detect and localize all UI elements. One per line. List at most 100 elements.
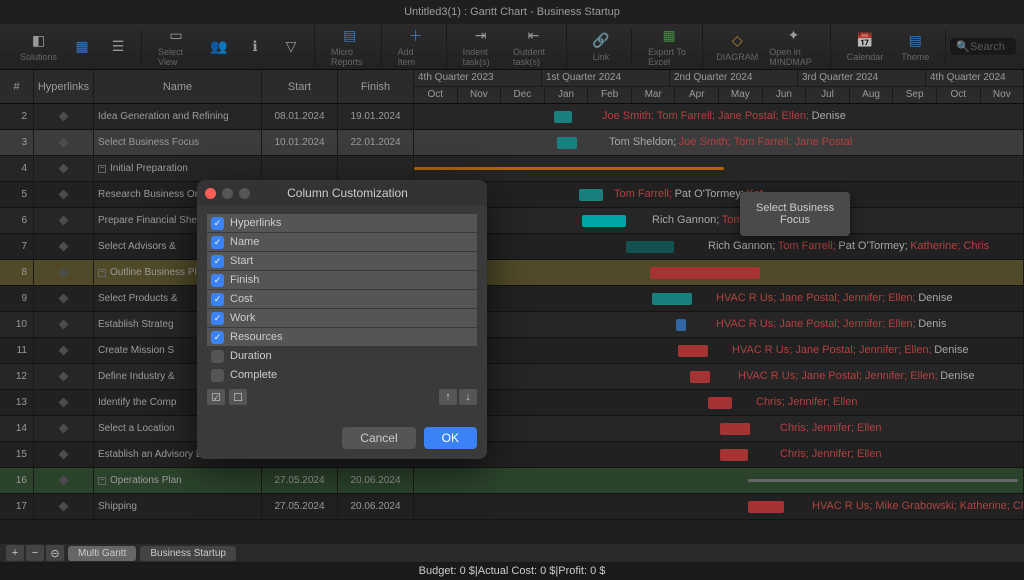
hyperlink-cell[interactable]: [34, 312, 94, 337]
table-row[interactable]: 6Prepare Financial SheetRich Gannon; Tom…: [0, 208, 1024, 234]
outdent-button[interactable]: ⇤Outdent task(s): [507, 25, 560, 69]
header-hyperlinks[interactable]: Hyperlinks: [34, 70, 94, 103]
table-row[interactable]: 15Establish an Advisory Board03.05.20242…: [0, 442, 1024, 468]
finish-cell[interactable]: 20.06.2024: [338, 468, 414, 493]
task-name-cell[interactable]: −Operations Plan: [94, 468, 262, 493]
timeline-cell[interactable]: HVAC R Us; Mike Grabowski; Katherine; Ch…: [414, 494, 1024, 519]
header-start[interactable]: Start: [262, 70, 338, 103]
column-check-item[interactable]: Complete: [207, 366, 477, 384]
finish-cell[interactable]: 20.06.2024: [338, 494, 414, 519]
start-cell[interactable]: 10.01.2024: [262, 130, 338, 155]
task-name-cell[interactable]: Idea Generation and Refining: [94, 104, 262, 129]
indent-button[interactable]: ⇥Indent task(s): [457, 25, 505, 69]
start-cell[interactable]: 27.05.2024: [262, 494, 338, 519]
column-check-item[interactable]: ✓Name: [207, 233, 477, 251]
gantt-bar[interactable]: [557, 137, 577, 149]
people-button[interactable]: 👥: [202, 36, 236, 58]
checkbox-icon[interactable]: ✓: [211, 255, 224, 268]
gantt-bar[interactable]: [626, 241, 674, 253]
timeline-cell[interactable]: [414, 260, 1024, 285]
check-all-button[interactable]: ☑: [207, 389, 225, 405]
header-finish[interactable]: Finish: [338, 70, 414, 103]
tab-business-startup[interactable]: Business Startup: [140, 546, 236, 561]
info-button[interactable]: ℹ: [238, 36, 272, 58]
timeline-cell[interactable]: Chris; Jennifer; Ellen: [414, 390, 1024, 415]
table-row[interactable]: 2Idea Generation and Refining08.01.20241…: [0, 104, 1024, 130]
table-row[interactable]: 8−Outline Business Pl: [0, 260, 1024, 286]
header-name[interactable]: Name: [94, 70, 262, 103]
finish-cell[interactable]: [338, 156, 414, 181]
collapse-icon[interactable]: −: [98, 269, 106, 277]
select-view-button[interactable]: ▭Select View: [152, 25, 200, 69]
table-row[interactable]: 5Research Business OrganizationsTom Farr…: [0, 182, 1024, 208]
uncheck-all-button[interactable]: ☐: [229, 389, 247, 405]
link-button[interactable]: 🔗Link: [577, 30, 625, 64]
solutions-button[interactable]: ◧Solutions: [14, 30, 63, 64]
collapse-icon[interactable]: −: [98, 477, 106, 485]
timeline-cell[interactable]: HVAC R Us; Jane Postal; Jennifer; Ellen;…: [414, 286, 1024, 311]
task-name-cell[interactable]: Select Business Focus: [94, 130, 262, 155]
column-check-item[interactable]: Duration: [207, 347, 477, 365]
checkbox-icon[interactable]: [211, 350, 224, 363]
gantt-bar[interactable]: [720, 423, 750, 435]
move-down-button[interactable]: ↓: [459, 389, 477, 405]
timeline-cell[interactable]: Tom Sheldon; Joe Smith; Tom Farrell; Jan…: [414, 130, 1024, 155]
gantt-bar[interactable]: [678, 345, 708, 357]
timeline-cell[interactable]: Rich Gannon; Tom F: [414, 208, 1024, 233]
gantt-bar[interactable]: [650, 267, 760, 279]
gantt-bar[interactable]: [748, 501, 784, 513]
calendar-button[interactable]: 📅Calendar: [841, 30, 890, 64]
finish-cell[interactable]: 19.01.2024: [338, 104, 414, 129]
mindmap-button[interactable]: ✦Open in MINDMAP: [763, 25, 824, 69]
table-row[interactable]: 13Identify the CompChris; Jennifer; Elle…: [0, 390, 1024, 416]
gantt-bar[interactable]: [414, 167, 724, 170]
gantt-bar[interactable]: [690, 371, 710, 383]
view-button-2[interactable]: ☰: [101, 36, 135, 58]
checkbox-icon[interactable]: ✓: [211, 293, 224, 306]
column-check-item[interactable]: ✓Cost: [207, 290, 477, 308]
column-check-item[interactable]: ✓Start: [207, 252, 477, 270]
ok-button[interactable]: OK: [424, 427, 477, 449]
timeline-cell[interactable]: HVAC R Us; Jane Postal; Jennifer; Ellen;…: [414, 364, 1024, 389]
column-check-item[interactable]: ✓Finish: [207, 271, 477, 289]
table-row[interactable]: 10Establish StrategHVAC R Us; Jane Posta…: [0, 312, 1024, 338]
hyperlink-cell[interactable]: [34, 260, 94, 285]
timeline-cell[interactable]: Joe Smith; Tom Farrell; Jane Postal; Ell…: [414, 104, 1024, 129]
hyperlink-cell[interactable]: [34, 468, 94, 493]
checkbox-icon[interactable]: ✓: [211, 331, 224, 344]
header-num[interactable]: #: [0, 70, 34, 103]
timeline-cell[interactable]: Chris; Jennifer; Ellen: [414, 416, 1024, 441]
gantt-bar[interactable]: [554, 111, 572, 123]
table-row[interactable]: 14Select a Location03.05.202424.05.2024C…: [0, 416, 1024, 442]
search-input[interactable]: [970, 41, 1010, 53]
theme-button[interactable]: ▤Theme: [891, 30, 939, 64]
collapse-icon[interactable]: −: [98, 165, 106, 173]
table-row[interactable]: 11Create Mission SHVAC R Us; Jane Postal…: [0, 338, 1024, 364]
timeline-cell[interactable]: Chris; Jennifer; Ellen: [414, 442, 1024, 467]
zoom-fit-button[interactable]: ⊝: [46, 545, 64, 561]
checkbox-icon[interactable]: [211, 369, 224, 382]
timeline-cell[interactable]: Rich Gannon; Tom Farrell; Pat O'Tormey; …: [414, 234, 1024, 259]
hyperlink-cell[interactable]: [34, 130, 94, 155]
search-box[interactable]: 🔍: [950, 38, 1016, 55]
timeline-cell[interactable]: HVAC R Us; Jane Postal; Jennifer; Ellen;…: [414, 312, 1024, 337]
hyperlink-cell[interactable]: [34, 416, 94, 441]
table-row[interactable]: 16−Operations Plan27.05.202420.06.2024: [0, 468, 1024, 494]
gantt-bar[interactable]: [708, 397, 732, 409]
checkbox-icon[interactable]: ✓: [211, 236, 224, 249]
gantt-bar[interactable]: [720, 449, 748, 461]
checkbox-icon[interactable]: ✓: [211, 217, 224, 230]
table-row[interactable]: 3Select Business Focus10.01.202422.01.20…: [0, 130, 1024, 156]
checkbox-icon[interactable]: ✓: [211, 274, 224, 287]
diagram-button[interactable]: ◇DIAGRAM: [713, 30, 761, 64]
zoom-in-button[interactable]: +: [6, 545, 24, 561]
column-check-item[interactable]: ✓Hyperlinks: [207, 214, 477, 232]
gantt-bar[interactable]: [652, 293, 692, 305]
view-button-1[interactable]: ▦: [65, 36, 99, 58]
export-excel-button[interactable]: ▦Export To Excel: [642, 25, 696, 69]
task-name-cell[interactable]: −Initial Preparation: [94, 156, 262, 181]
hyperlink-cell[interactable]: [34, 338, 94, 363]
table-row[interactable]: 9Select Products &HVAC R Us; Jane Postal…: [0, 286, 1024, 312]
start-cell[interactable]: 27.05.2024: [262, 468, 338, 493]
hyperlink-cell[interactable]: [34, 442, 94, 467]
